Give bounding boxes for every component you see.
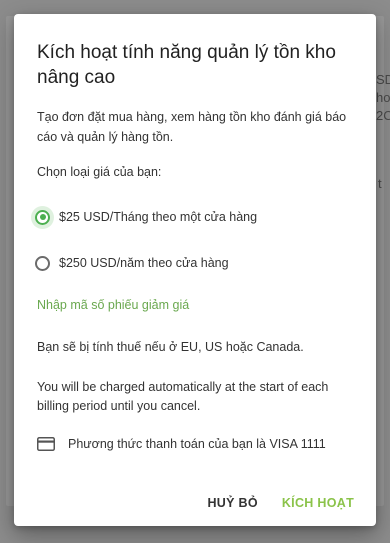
background-text: ho [376, 90, 390, 105]
billing-note: You will be charged automatically at the… [37, 380, 329, 413]
activate-button[interactable]: KÍCH HOẠT [274, 490, 362, 516]
payment-method-text: Phương thức thanh toán của bạn là VISA 1… [68, 437, 326, 451]
coupon-code-link[interactable]: Nhập mã số phiếu giảm giá [37, 298, 189, 312]
background-text: t [378, 176, 382, 191]
radio-unselected-icon[interactable] [35, 255, 50, 271]
radio-selected-icon[interactable] [35, 209, 50, 225]
background-text: SD [376, 72, 390, 87]
payment-method-row: Phương thức thanh toán của bạn là VISA 1… [37, 437, 326, 451]
tax-note: Bạn sẽ bị tính thuế nếu ở EU, US hoặc Ca… [37, 340, 304, 354]
credit-card-icon [37, 437, 55, 451]
price-type-label: Chọn loại giá của bạn: [37, 165, 162, 179]
price-option-label: $250 USD/năm theo cửa hàng [59, 256, 229, 270]
price-option-monthly[interactable]: $25 USD/Tháng theo một cửa hàng [35, 205, 257, 229]
background-text: 2C [376, 108, 390, 123]
dialog-description: Tạo đơn đặt mua hàng, xem hàng tồn kho đ… [37, 110, 347, 144]
price-option-yearly[interactable]: $250 USD/năm theo cửa hàng [35, 251, 229, 275]
dialog-actions: HUỶ BỎ KÍCH HOẠT [199, 490, 362, 516]
activate-inventory-dialog: Kích hoạt tính năng quản lý tồn kho nâng… [14, 14, 376, 526]
price-option-label: $25 USD/Tháng theo một cửa hàng [59, 210, 258, 224]
dialog-title: Kích hoạt tính năng quản lý tồn kho nâng… [37, 42, 336, 88]
cancel-button[interactable]: HUỶ BỎ [199, 490, 265, 516]
